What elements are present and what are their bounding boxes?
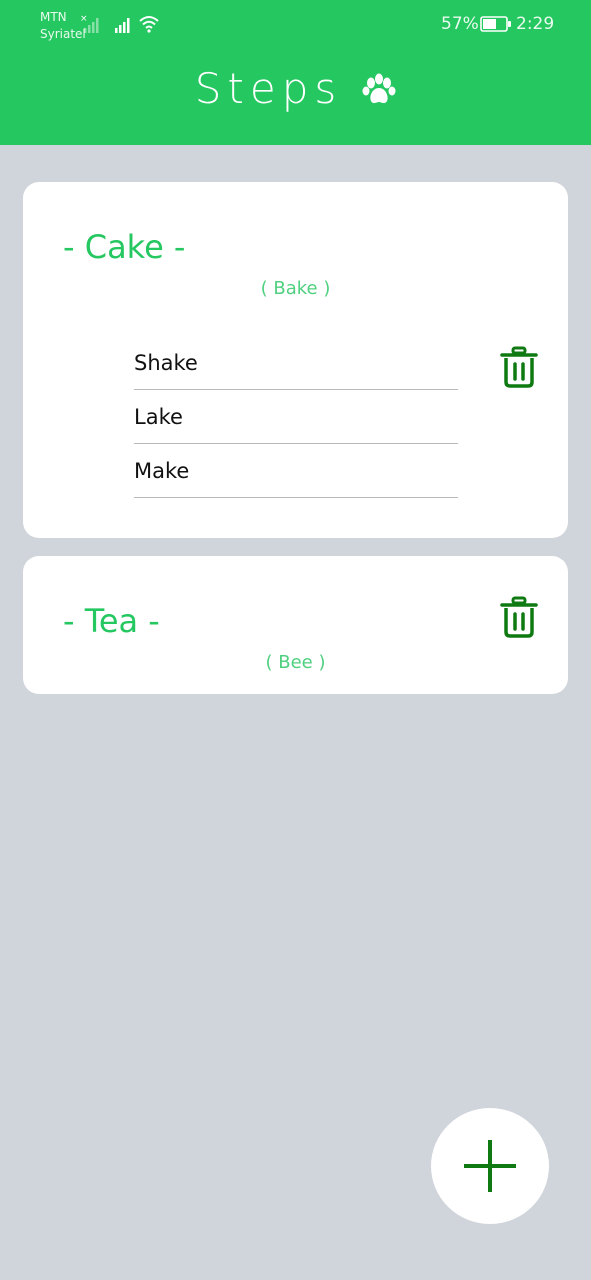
status-clock: 2:29 <box>516 14 555 34</box>
step-item[interactable]: Shake <box>134 336 458 390</box>
page-title: Steps <box>194 63 343 113</box>
delete-trash-icon[interactable] <box>500 346 538 388</box>
wifi-icon <box>139 16 159 33</box>
carrier-label: MTN Syriatel <box>40 9 86 43</box>
battery-icon <box>480 16 511 32</box>
title-area: Steps <box>0 58 591 118</box>
signal-icon <box>115 18 130 33</box>
add-button[interactable] <box>431 1108 549 1224</box>
card-subtitle: ( Bee ) <box>265 652 326 673</box>
card-title: - Cake - <box>63 228 186 266</box>
app-header: MTN Syriatel × 57% 2:29 Steps <box>0 0 591 145</box>
steps-list: Shake Lake Make <box>134 336 458 498</box>
carrier-secondary: Syriatel <box>40 27 86 41</box>
signal-off-icon: × <box>80 14 99 33</box>
plus-icon <box>464 1140 516 1192</box>
step-card[interactable]: - Tea - ( Bee ) <box>23 556 568 694</box>
carrier-primary: MTN <box>40 10 67 24</box>
delete-trash-icon[interactable] <box>500 596 538 638</box>
card-title: - Tea - <box>63 602 160 640</box>
paw-icon <box>362 73 396 104</box>
step-item[interactable]: Make <box>134 444 458 498</box>
step-card[interactable]: - Cake - ( Bake ) Shake Lake Make <box>23 182 568 538</box>
step-item[interactable]: Lake <box>134 390 458 444</box>
card-subtitle: ( Bake ) <box>260 278 331 299</box>
svg-text:×: × <box>80 14 88 24</box>
battery-percentage: 57% <box>441 14 479 34</box>
status-bar: MTN Syriatel × 57% 2:29 <box>0 0 591 50</box>
